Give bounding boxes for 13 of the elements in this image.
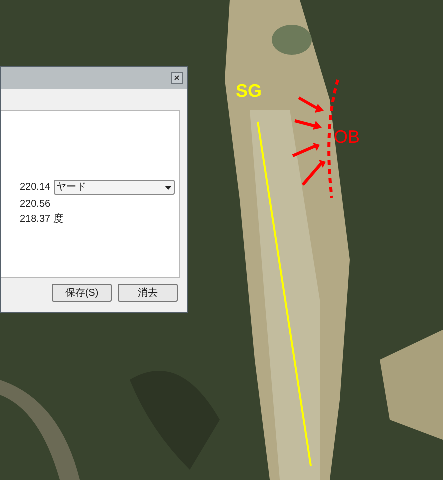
dialog-button[interactable]: 保存(S) (52, 284, 112, 302)
heading-value: 218.37 度 (20, 212, 64, 227)
map-label: SG (236, 82, 262, 100)
dialog-button[interactable]: 消去 (118, 284, 178, 302)
map-label: OB (334, 128, 360, 146)
arrow-icon (294, 118, 324, 132)
close-button[interactable] (171, 72, 183, 84)
caret-icon (165, 186, 172, 190)
length-value: 220.14 (20, 181, 51, 195)
arrow-icon (298, 95, 326, 115)
close-icon (174, 75, 180, 81)
unit-dropdown[interactable]: ヤード (54, 180, 175, 195)
ground-length-value: 220.56 (20, 198, 52, 212)
